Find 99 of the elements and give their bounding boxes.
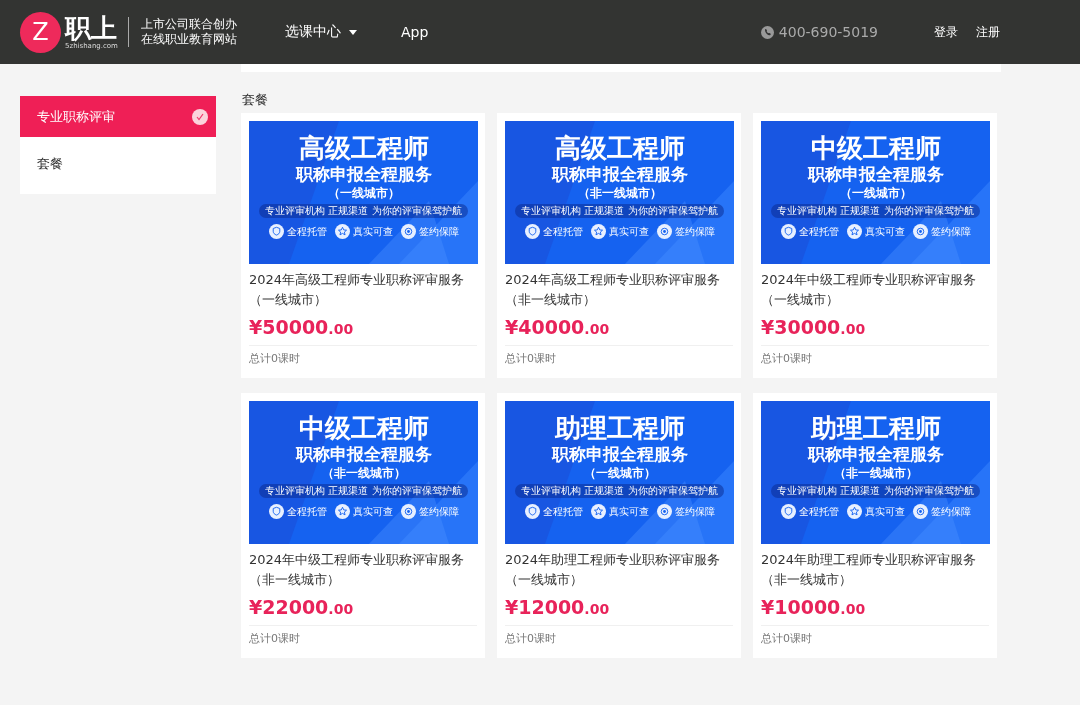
- banner-badge-label: 签约保障: [930, 224, 971, 239]
- phone-number: 400-690-5019: [778, 24, 878, 40]
- course-title[interactable]: 2024年中级工程师专业职称评审服务（一线城市）: [761, 270, 989, 310]
- course-price: ¥12000.00: [505, 596, 611, 618]
- seal-icon: [400, 504, 416, 519]
- star-icon: [846, 224, 862, 239]
- course-card[interactable]: 助理工程师 职称申报全程服务 （一线城市） 专业评审机构 正规渠道 为你的评审保驾护航 全程托管 真实可查 签约保障 2024年助理工程师专业职称评审服务（一线城市） ¥12000.00 总计0课时: [497, 393, 741, 658]
- course-hours: 总计0课时: [249, 625, 477, 646]
- star-icon: [334, 504, 350, 519]
- course-card[interactable]: 中级工程师 职称申报全程服务 （非一线城市） 专业评审机构 正规渠道 为你的评审保驾护航 全程托管 真实可查 签约保障 2024年中级工程师专业职称评审服务（非一线城市） ¥22000.00 总计0课时: [241, 393, 485, 658]
- shield-icon: [780, 504, 796, 519]
- course-card[interactable]: 中级工程师 职称申报全程服务 （一线城市） 专业评审机构 正规渠道 为你的评审保驾护航 全程托管 真实可查 签约保障 2024年中级工程师专业职称评审服务（一线城市） ¥30000.00 总计0课时: [753, 113, 997, 378]
- banner-region: （一线城市）: [583, 465, 656, 482]
- banner-badge-label: 全程托管: [542, 224, 583, 239]
- banner-region: （一线城市）: [839, 185, 912, 202]
- banner-title: 助理工程师: [554, 413, 685, 443]
- shield-icon: [268, 504, 284, 519]
- star-icon: [334, 224, 350, 239]
- course-hours: 总计0课时: [761, 345, 989, 366]
- star-icon: [590, 224, 606, 239]
- logo-name[interactable]: 职上: [65, 14, 118, 42]
- seal-icon: [912, 504, 928, 519]
- banner-title: 助理工程师: [810, 413, 941, 443]
- caret-icon: [348, 29, 357, 35]
- course-card[interactable]: 高级工程师 职称申报全程服务 （一线城市） 专业评审机构 正规渠道 为你的评审保驾护航 全程托管 真实可查 签约保障 2024年高级工程师专业职称评审服务（一线城市） ¥50000.00 总计0课时: [241, 113, 485, 378]
- seal-icon: [400, 224, 416, 239]
- banner-tagline: 专业评审机构 正规渠道 为你的评审保驾护航: [771, 204, 980, 218]
- banner-subtitle: 职称申报全程服务: [295, 443, 432, 465]
- course-hours: 总计0课时: [505, 625, 733, 646]
- slogan-line: 上市公司联合创办: [140, 17, 237, 32]
- banner-badge-label: 全程托管: [286, 224, 327, 239]
- banner-title: 中级工程师: [298, 413, 429, 443]
- banner-tagline: 专业评审机构 正规渠道 为你的评审保驾护航: [515, 484, 724, 498]
- course-title[interactable]: 2024年助理工程师专业职称评审服务（一线城市）: [505, 550, 733, 590]
- banner-title: 高级工程师: [298, 133, 429, 163]
- banner-badge-label: 真实可查: [864, 224, 905, 239]
- banner-badge-label: 签约保障: [674, 224, 715, 239]
- nav-link[interactable]: App: [400, 23, 429, 41]
- banner-region: （一线城市）: [327, 185, 400, 202]
- star-icon: [590, 504, 606, 519]
- course-price: ¥30000.00: [761, 316, 867, 338]
- auth-link[interactable]: 注册: [976, 23, 1000, 41]
- banner-badge-label: 全程托管: [798, 504, 839, 519]
- course-price: ¥22000.00: [249, 596, 355, 618]
- banner-tagline: 专业评审机构 正规渠道 为你的评审保驾护航: [259, 204, 468, 218]
- course-title[interactable]: 2024年中级工程师专业职称评审服务（非一线城市）: [249, 550, 477, 590]
- banner-badge-label: 全程托管: [542, 504, 583, 519]
- banner-subtitle: 职称申报全程服务: [807, 443, 944, 465]
- banner-title: 高级工程师: [554, 133, 685, 163]
- banner-badge-label: 签约保障: [674, 504, 715, 519]
- section-title: 套餐: [242, 91, 269, 109]
- seal-icon: [656, 504, 672, 519]
- course-hours: 总计0课时: [249, 345, 477, 366]
- banner-region: （非一线城市）: [577, 185, 662, 202]
- banner-badge-label: 全程托管: [798, 224, 839, 239]
- banner-badge-label: 真实可查: [864, 504, 905, 519]
- course-hours: 总计0课时: [761, 625, 989, 646]
- banner-badge-label: 真实可查: [352, 504, 393, 519]
- banner-badge-label: 真实可查: [608, 224, 649, 239]
- seal-icon: [656, 224, 672, 239]
- banner-title: 中级工程师: [810, 133, 941, 163]
- course-title[interactable]: 2024年高级工程师专业职称评审服务（一线城市）: [249, 270, 477, 310]
- banner-badge-label: 签约保障: [418, 224, 459, 239]
- course-price: ¥10000.00: [761, 596, 867, 618]
- banner-badge-label: 签约保障: [930, 504, 971, 519]
- course-price: ¥40000.00: [505, 316, 611, 338]
- banner-region: （非一线城市）: [321, 465, 406, 482]
- course-card[interactable]: 高级工程师 职称申报全程服务 （非一线城市） 专业评审机构 正规渠道 为你的评审保驾护航 全程托管 真实可查 签约保障 2024年高级工程师专业职称评审服务（非一线城市） ¥40000.00 总计0课时: [497, 113, 741, 378]
- sidebar-item[interactable]: 专业职称评审: [20, 96, 216, 137]
- banner-subtitle: 职称申报全程服务: [551, 443, 688, 465]
- course-card[interactable]: 助理工程师 职称申报全程服务 （非一线城市） 专业评审机构 正规渠道 为你的评审保驾护航 全程托管 真实可查 签约保障 2024年助理工程师专业职称评审服务（非一线城市） ¥10000.00 总计0课时: [753, 393, 997, 658]
- sidebar-item[interactable]: 套餐: [20, 143, 216, 184]
- banner-badge-label: 真实可查: [608, 504, 649, 519]
- banner-region: （非一线城市）: [833, 465, 918, 482]
- banner-badge-label: 全程托管: [286, 504, 327, 519]
- star-icon: [846, 504, 862, 519]
- slogan-line: 在线职业教育网站: [140, 32, 237, 47]
- shield-icon: [268, 224, 284, 239]
- course-price: ¥50000.00: [249, 316, 355, 338]
- banner-badge-label: 真实可查: [352, 224, 393, 239]
- phone-icon: [760, 25, 774, 39]
- banner-tagline: 专业评审机构 正规渠道 为你的评审保驾护航: [515, 204, 724, 218]
- course-title[interactable]: 2024年高级工程师专业职称评审服务（非一线城市）: [505, 270, 733, 310]
- auth-link[interactable]: 登录: [934, 23, 958, 41]
- course-hours: 总计0课时: [505, 345, 733, 366]
- seal-icon: [912, 224, 928, 239]
- banner-subtitle: 职称申报全程服务: [807, 163, 944, 185]
- shield-icon: [524, 224, 540, 239]
- logo-mark[interactable]: Z: [20, 11, 61, 53]
- shield-icon: [780, 224, 796, 239]
- course-title[interactable]: 2024年助理工程师专业职称评审服务（非一线城市）: [761, 550, 989, 590]
- banner-tagline: 专业评审机构 正规渠道 为你的评审保驾护航: [771, 484, 980, 498]
- banner-tagline: 专业评审机构 正规渠道 为你的评审保驾护航: [259, 484, 468, 498]
- nav-link[interactable]: 选课中心: [284, 23, 357, 41]
- banner-subtitle: 职称申报全程服务: [551, 163, 688, 185]
- check-icon: [192, 108, 208, 125]
- banner-subtitle: 职称申报全程服务: [295, 163, 432, 185]
- banner-badge-label: 签约保障: [418, 504, 459, 519]
- shield-icon: [524, 504, 540, 519]
